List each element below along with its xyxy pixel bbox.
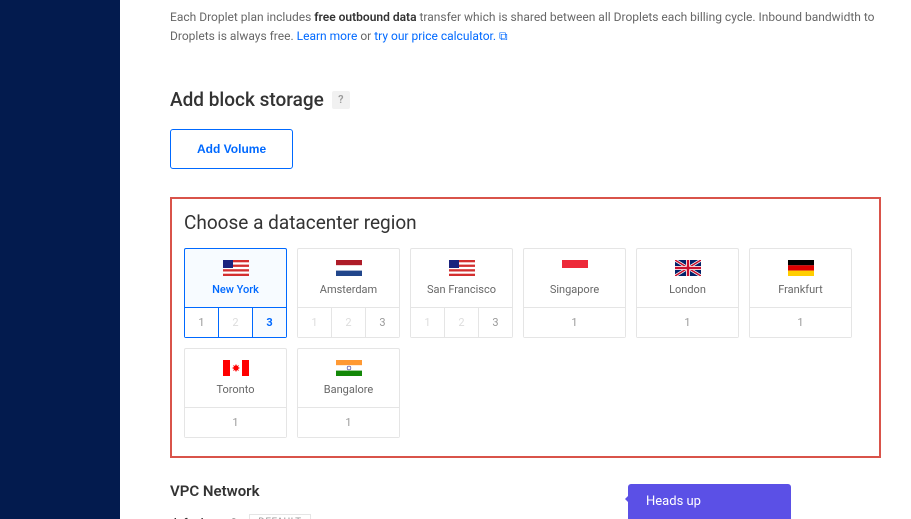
heads-up-toast[interactable]: Heads up [628, 484, 791, 519]
region-number[interactable]: 3 [479, 308, 512, 337]
region-number[interactable]: 1 [185, 408, 286, 437]
help-icon[interactable]: ? [332, 91, 350, 109]
datacenter-region-heading: Choose a datacenter region [184, 211, 867, 234]
region-name: San Francisco [427, 283, 496, 296]
flag-icon [223, 360, 249, 376]
region-number[interactable]: 1 [185, 308, 219, 337]
region-numbers: 123 [298, 307, 399, 337]
region-card-bangalore[interactable]: Bangalore 1 [297, 348, 400, 438]
add-volume-button[interactable]: Add Volume [170, 129, 293, 169]
region-numbers: 1 [524, 307, 625, 337]
region-card-toronto[interactable]: Toronto 1 [184, 348, 287, 438]
datacenter-region-section: Choose a datacenter region New York123Am… [170, 197, 881, 458]
flag-icon [788, 260, 814, 276]
learn-more-link[interactable]: Learn more [297, 29, 358, 43]
region-number[interactable]: 1 [637, 308, 738, 337]
main-content: Each Droplet plan includes free outbound… [120, 0, 911, 519]
flag-icon [223, 260, 249, 276]
region-name: Frankfurt [778, 283, 823, 296]
region-numbers: 123 [185, 307, 286, 337]
flag-icon [336, 260, 362, 276]
info-bold: free outbound data [314, 10, 416, 24]
region-numbers: 1 [750, 307, 851, 337]
region-number[interactable]: 2 [445, 308, 479, 337]
region-name: New York [212, 283, 259, 296]
default-badge: DEFAULT [249, 514, 310, 519]
region-name: Bangalore [324, 383, 373, 396]
region-name: Singapore [550, 283, 599, 296]
region-numbers: 123 [411, 307, 512, 337]
left-sidebar [0, 0, 120, 519]
info-or: or [357, 29, 374, 43]
flag-icon [675, 260, 701, 276]
block-storage-section: Add block storage ? Add Volume [170, 88, 881, 169]
flag-icon [449, 260, 475, 276]
region-number[interactable]: 3 [366, 308, 399, 337]
region-number[interactable]: 1 [298, 408, 399, 437]
region-card-singapore[interactable]: Singapore 1 [523, 248, 626, 338]
price-calculator-link[interactable]: try our price calculator.⧉ [374, 29, 507, 43]
region-number[interactable]: 1 [750, 308, 851, 337]
region-number[interactable]: 2 [332, 308, 366, 337]
bandwidth-info-text: Each Droplet plan includes free outbound… [170, 8, 881, 46]
region-name: Amsterdam [320, 283, 377, 296]
region-number[interactable]: 2 [219, 308, 253, 337]
region-grid: New York123Amsterdam123San Francisco123S… [184, 248, 867, 438]
region-card-frankfurt[interactable]: Frankfurt 1 [749, 248, 852, 338]
flag-icon [336, 360, 362, 376]
region-numbers: 1 [185, 407, 286, 437]
block-storage-heading: Add block storage ? [170, 88, 881, 111]
region-numbers: 1 [637, 307, 738, 337]
flag-icon [562, 260, 588, 276]
info-prefix: Each Droplet plan includes [170, 10, 314, 24]
region-numbers: 1 [298, 407, 399, 437]
region-name: London [669, 283, 706, 296]
region-number[interactable]: 1 [524, 308, 625, 337]
region-name: Toronto [216, 383, 254, 396]
region-number[interactable]: 1 [298, 308, 332, 337]
region-card-amsterdam[interactable]: Amsterdam 123 [297, 248, 400, 338]
region-card-new-york[interactable]: New York 123 [184, 248, 287, 338]
region-number[interactable]: 3 [253, 308, 286, 337]
region-number[interactable]: 1 [411, 308, 445, 337]
region-card-san-francisco[interactable]: San Francisco 123 [410, 248, 513, 338]
external-link-icon: ⧉ [499, 27, 508, 46]
region-card-london[interactable]: London 1 [636, 248, 739, 338]
